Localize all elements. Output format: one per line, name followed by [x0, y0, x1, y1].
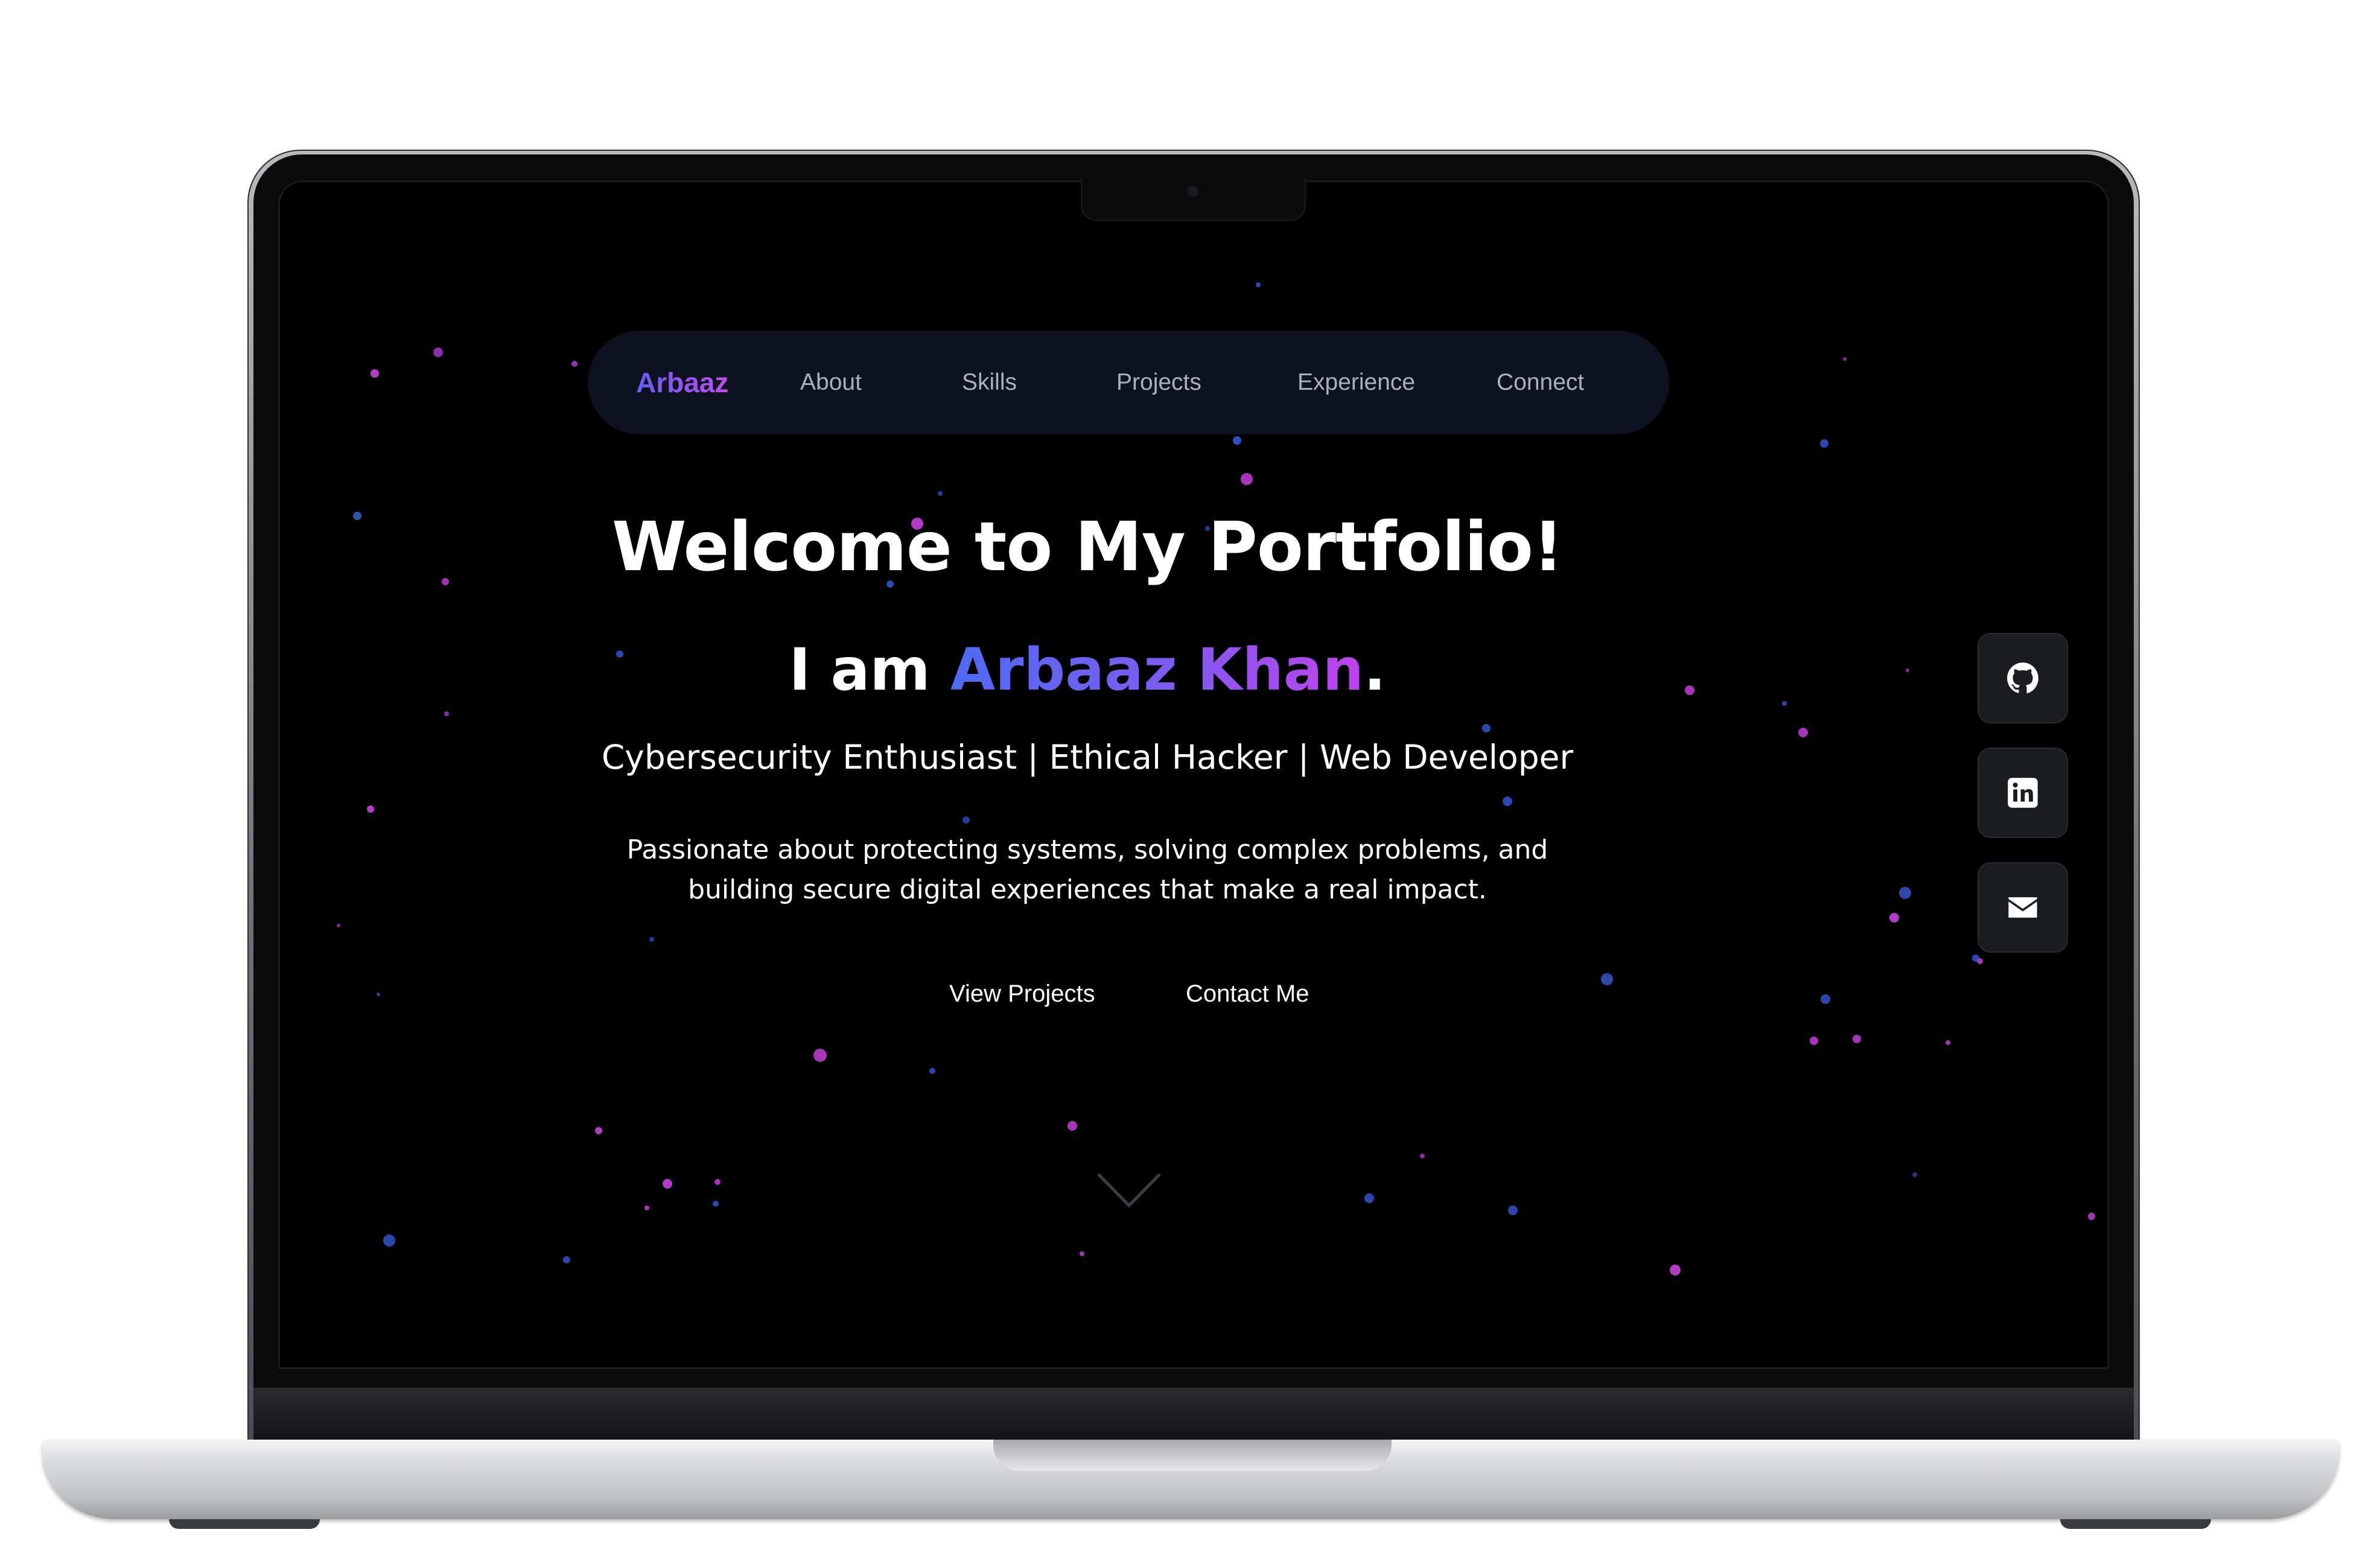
mail-icon: [2008, 897, 2037, 918]
particle-dot: [1080, 1251, 1084, 1256]
particle-dot: [1977, 958, 1983, 964]
particle-dot: [1241, 473, 1253, 485]
particle-dot: [563, 1256, 570, 1263]
github-button[interactable]: [1978, 633, 2068, 723]
particle-dot: [1482, 724, 1491, 732]
particle-dot: [433, 348, 443, 357]
particle-dot: [1821, 994, 1830, 1004]
particle-dot: [1068, 1121, 1077, 1131]
particle-dot: [713, 1201, 719, 1207]
laptop-hinge: [253, 1388, 2134, 1440]
intro-prefix: I am: [789, 636, 950, 704]
particle-dot: [1503, 796, 1512, 806]
particle-dot: [1233, 436, 1241, 445]
particle-dot: [1946, 1040, 1950, 1045]
nav-link-skills[interactable]: Skills: [962, 368, 1017, 397]
particle-dot: [1420, 1154, 1425, 1158]
laptop-mockup: Arbaaz About Skills Projects Experience …: [0, 0, 2380, 1547]
particle-dot: [962, 816, 970, 824]
particle-dot: [1508, 1206, 1518, 1215]
github-icon: [2007, 662, 2038, 693]
particle-dot: [571, 361, 578, 367]
contact-me-button[interactable]: Contact Me: [1186, 979, 1309, 1009]
particle-dot: [2088, 1213, 2095, 1220]
hero-roles: Cybersecurity Enthusiast | Ethical Hacke…: [601, 738, 1574, 777]
particle-dot: [644, 1206, 649, 1210]
nav-link-about[interactable]: About: [800, 368, 862, 397]
particle-dot: [1906, 669, 1909, 672]
laptop-foot-right: [2060, 1519, 2211, 1529]
particle-dot: [377, 993, 380, 996]
particle-dot: [714, 1179, 721, 1185]
particle-dot: [371, 369, 379, 378]
nav-link-projects[interactable]: Projects: [1116, 368, 1201, 397]
linkedin-icon: [2008, 778, 2038, 808]
particle-dot: [1820, 439, 1828, 448]
particle-dot: [383, 1234, 395, 1247]
view-projects-button[interactable]: View Projects: [949, 979, 1095, 1009]
particle-dot: [1810, 1037, 1818, 1045]
particle-dot: [595, 1127, 602, 1134]
website-screen: Arbaaz About Skills Projects Experience …: [278, 180, 2109, 1369]
particle-dot: [938, 491, 943, 496]
scroll-down-chevron-icon[interactable]: [1096, 1172, 1162, 1209]
camera-icon: [1186, 185, 1200, 198]
particle-dot: [1912, 1172, 1917, 1177]
linkedin-button[interactable]: [1978, 748, 2068, 838]
nav-link-connect[interactable]: Connect: [1497, 368, 1584, 397]
particle-dot: [1843, 357, 1847, 361]
particle-dot: [1601, 973, 1613, 985]
particle-dot: [1899, 887, 1911, 899]
particle-dot: [1853, 1035, 1861, 1043]
particle-dot: [1256, 282, 1261, 287]
hero-description: Passionate about protecting systems, sol…: [626, 834, 1548, 905]
intro-suffix: .: [1363, 636, 1386, 704]
nav-brand-logo[interactable]: Arbaaz: [636, 367, 728, 398]
particle-dot: [929, 1068, 935, 1074]
particle-dot: [1364, 1193, 1374, 1203]
laptop-foot-left: [169, 1519, 320, 1529]
particle-dot: [813, 1049, 827, 1062]
hero-intro: I am Arbaaz Khan.: [280, 636, 1895, 704]
particle-dot: [663, 1179, 672, 1189]
particle-dot: [1889, 913, 1899, 923]
particle-dot: [444, 711, 449, 716]
nav-link-experience[interactable]: Experience: [1297, 368, 1415, 397]
email-button[interactable]: [1978, 862, 2068, 953]
hero-name: Arbaaz Khan: [950, 636, 1364, 704]
particle-dot: [337, 924, 340, 927]
particle-dot: [649, 937, 654, 942]
hero-title: Welcome to My Portfolio!: [611, 508, 1564, 586]
laptop-opening-notch: [993, 1440, 1392, 1471]
particle-dot: [367, 805, 374, 813]
particle-dot: [1670, 1265, 1681, 1275]
navbar: Arbaaz About Skills Projects Experience …: [588, 331, 1669, 434]
